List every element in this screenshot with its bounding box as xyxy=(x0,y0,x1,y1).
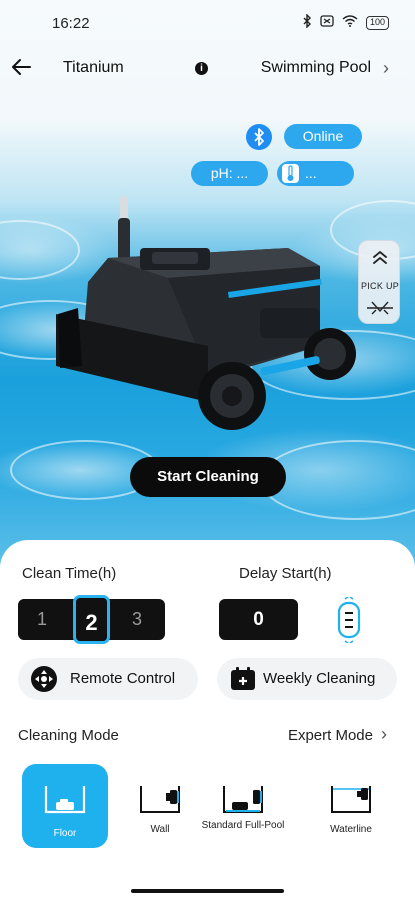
remote-control-button[interactable]: Remote Control xyxy=(18,658,198,700)
delay-start-label: Delay Start(h) xyxy=(239,565,332,582)
ph-reading-badge: pH: ... xyxy=(191,161,268,186)
chevron-right-icon[interactable]: › xyxy=(381,724,387,745)
chevron-right-icon[interactable]: › xyxy=(383,58,389,79)
mode-wall[interactable]: Wall xyxy=(117,764,203,848)
device-name[interactable]: Titanium xyxy=(63,59,124,77)
mode-waterline-label: Waterline xyxy=(330,824,372,835)
weekly-cleaning-label: Weekly Cleaning xyxy=(263,670,376,687)
info-icon[interactable]: i xyxy=(195,62,208,75)
mode-floor[interactable]: Floor xyxy=(22,764,108,848)
top-navigation: Titanium i Swimming Pool › xyxy=(0,52,415,86)
wall-mode-icon xyxy=(140,786,180,813)
clean-time-option[interactable]: 1 xyxy=(22,599,62,640)
calendar-icon xyxy=(231,667,255,690)
pickup-button[interactable]: PICK UP xyxy=(358,240,400,324)
delay-stepper-icon[interactable] xyxy=(335,595,363,645)
mute-icon xyxy=(320,14,334,31)
chevron-up-icon xyxy=(373,250,387,264)
mode-wall-label: Wall xyxy=(150,824,170,835)
wifi-icon xyxy=(342,15,358,30)
mode-waterline[interactable]: Waterline xyxy=(308,764,394,848)
bluetooth-status-icon xyxy=(302,13,312,31)
delay-start-value[interactable]: 0 xyxy=(219,599,298,640)
temperature-value: ... xyxy=(305,165,317,181)
remote-control-label: Remote Control xyxy=(70,670,176,687)
waterline-wave-icon xyxy=(367,301,393,315)
home-indicator[interactable] xyxy=(131,889,284,893)
cleaning-mode-label: Cleaning Mode xyxy=(18,727,119,744)
mode-standard-full-pool-label: Standard Full-Pool xyxy=(201,820,285,831)
bluetooth-icon xyxy=(246,124,272,150)
start-cleaning-button[interactable]: Start Cleaning xyxy=(130,457,286,497)
clean-time-option[interactable]: 3 xyxy=(117,599,157,640)
clean-time-picker[interactable]: 1 2 3 xyxy=(18,595,165,644)
pool-selector[interactable]: Swimming Pool xyxy=(261,59,371,77)
battery-icon: 100 xyxy=(365,15,389,30)
thermometer-icon xyxy=(282,164,299,183)
clean-time-label: Clean Time(h) xyxy=(22,565,117,582)
clean-time-selected[interactable]: 2 xyxy=(73,595,110,644)
dpad-icon xyxy=(31,666,57,692)
pickup-label: PICK UP xyxy=(360,281,400,291)
weekly-cleaning-button[interactable]: Weekly Cleaning xyxy=(217,658,397,700)
status-bar: 16:22 100 xyxy=(0,0,415,48)
floor-mode-icon xyxy=(44,786,86,814)
back-arrow-icon[interactable] xyxy=(10,55,34,79)
clock: 16:22 xyxy=(52,15,90,32)
mode-floor-label: Floor xyxy=(53,828,77,839)
expert-mode-link[interactable]: Expert Mode xyxy=(288,727,373,744)
status-icons: 100 xyxy=(302,13,389,31)
pool-robot-image xyxy=(56,196,356,430)
mode-standard-full-pool[interactable]: Standard Full-Pool xyxy=(200,764,286,848)
full-pool-mode-icon xyxy=(223,786,263,813)
waterline-mode-icon xyxy=(331,786,371,813)
online-status-badge: Online xyxy=(284,124,362,149)
